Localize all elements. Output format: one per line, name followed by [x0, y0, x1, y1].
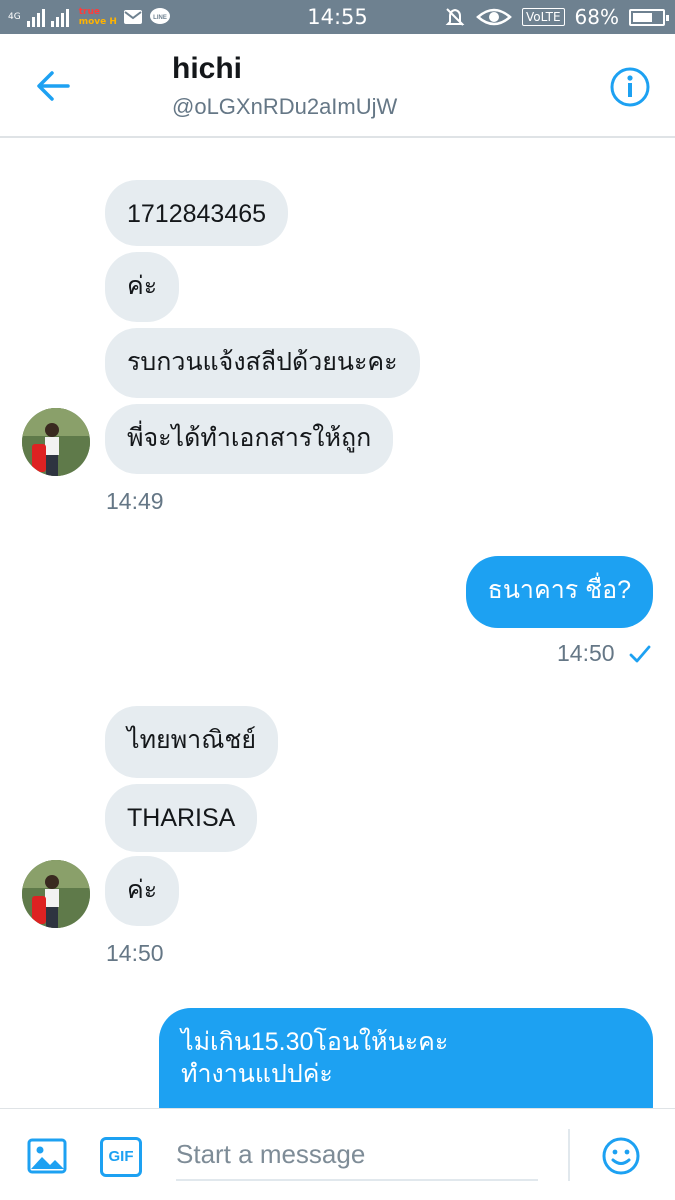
back-arrow-icon[interactable]	[34, 66, 74, 106]
eye-icon	[476, 8, 512, 26]
avatar[interactable]	[22, 860, 90, 928]
image-icon[interactable]	[26, 1135, 68, 1177]
contact-name[interactable]: hichi	[172, 52, 242, 86]
message-thread[interactable]: 1712843465 ค่ะ รบกวนแจ้งสลีปด้วยนะคะ พี่…	[0, 140, 675, 1110]
message-bubble-incoming[interactable]: ค่ะ	[105, 252, 180, 322]
volte-badge: VoLTE	[521, 8, 565, 26]
status-bar: 4G true move H LINE 14:55 VoLTE 68%	[0, 0, 675, 34]
message-bubble-incoming[interactable]: 1712843465	[105, 180, 289, 246]
message-composer: GIF	[0, 1108, 675, 1200]
message-input[interactable]	[176, 1129, 538, 1181]
emoji-icon[interactable]	[600, 1135, 642, 1177]
message-bubble-incoming[interactable]: ค่ะ	[105, 856, 180, 926]
battery-icon	[629, 8, 669, 26]
gif-button[interactable]: GIF	[100, 1137, 142, 1177]
message-bubble-incoming[interactable]: ไทยพาณิชย์	[105, 706, 279, 778]
message-bubble-outgoing[interactable]: ไม่เกิน15.30โอนให้นะคะ ทำงานแปปค่ะ	[159, 1008, 653, 1110]
timestamp: 14:50	[557, 640, 615, 666]
message-bubble-incoming[interactable]: พี่จะได้ทำเอกสารให้ถูก	[105, 404, 394, 474]
info-icon[interactable]	[609, 66, 651, 108]
mute-icon	[445, 8, 465, 26]
message-bubble-incoming[interactable]: THARISA	[105, 784, 258, 852]
message-bubble-incoming[interactable]: รบกวนแจ้งสลีปด้วยนะคะ	[105, 328, 420, 398]
message-bubble-outgoing[interactable]: ธนาคาร ชื่อ?	[465, 556, 653, 628]
timestamp: 14:49	[106, 488, 164, 514]
battery-percent: 68%	[574, 5, 619, 29]
avatar[interactable]	[22, 408, 90, 476]
contact-handle: @oLGXnRDu2aImUjW	[172, 94, 398, 119]
divider	[568, 1129, 570, 1181]
delivered-check-icon	[629, 645, 651, 663]
timestamp: 14:50	[106, 940, 164, 966]
conversation-header: hichi @oLGXnRDu2aImUjW	[0, 34, 675, 138]
